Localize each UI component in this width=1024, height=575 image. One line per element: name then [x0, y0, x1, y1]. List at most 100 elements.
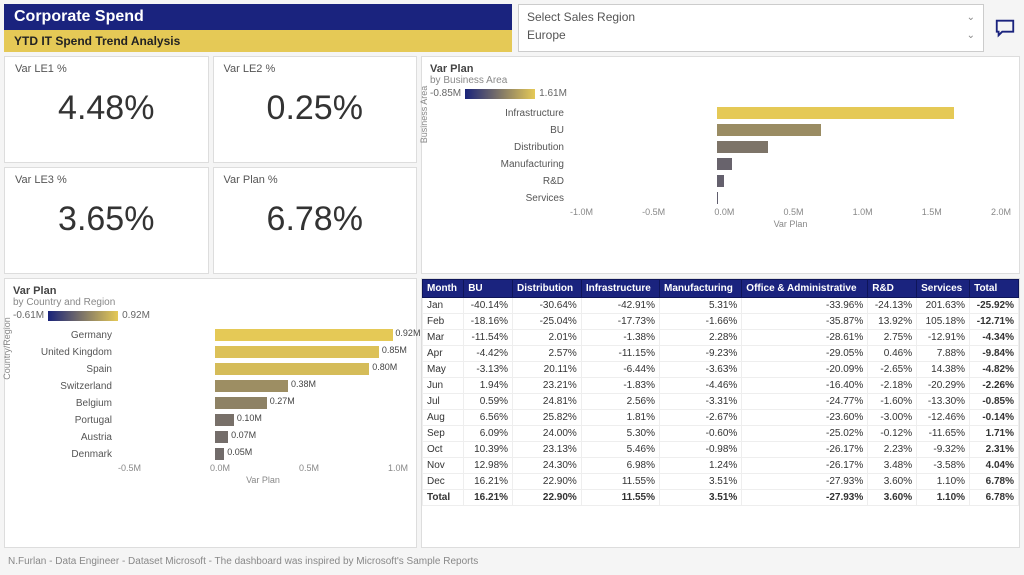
col-header[interactable]: BU	[464, 280, 513, 298]
bar	[215, 397, 267, 409]
cell: 23.13%	[513, 442, 582, 458]
bar-label: Austria	[23, 432, 118, 443]
cell: 5.31%	[660, 298, 742, 314]
cell: 1.10%	[917, 474, 970, 490]
chart-subtitle: by Country and Region	[13, 297, 408, 308]
chart-title: Var Plan	[13, 285, 408, 297]
col-header[interactable]: Manufacturing	[660, 280, 742, 298]
bar-label: Infrastructure	[440, 108, 570, 119]
chevron-down-icon: ⌄	[967, 12, 975, 23]
gradient-legend	[465, 89, 535, 99]
axis-tick: 1.5M	[922, 207, 942, 221]
bar	[215, 346, 379, 358]
cell: 7.88%	[917, 346, 970, 362]
kpi-var-le3[interactable]: Var LE3 % 3.65%	[4, 167, 209, 274]
kpi-label: Var LE2 %	[224, 63, 407, 75]
cell: 22.90%	[513, 490, 582, 506]
col-header[interactable]: Month	[423, 280, 464, 298]
col-header[interactable]: Infrastructure	[581, 280, 659, 298]
bar-label: Belgium	[23, 398, 118, 409]
cell: -11.65%	[917, 426, 970, 442]
cell: 201.63%	[917, 298, 970, 314]
cell: -42.91%	[581, 298, 659, 314]
axis-tick: -0.5M	[118, 463, 141, 477]
col-header[interactable]: Office & Administrative	[742, 280, 868, 298]
bar-label: Denmark	[23, 449, 118, 460]
cell: -2.18%	[868, 378, 917, 394]
cell: -26.17%	[742, 458, 868, 474]
bar	[215, 380, 288, 392]
col-header[interactable]: Distribution	[513, 280, 582, 298]
col-header[interactable]: R&D	[868, 280, 917, 298]
table-row: Nov12.98%24.30%6.98%1.24%-26.17%3.48%-3.…	[423, 458, 1019, 474]
bar-label: Switzerland	[23, 381, 118, 392]
col-header[interactable]: Total	[970, 280, 1019, 298]
bar-label: Services	[440, 193, 570, 204]
bar-row: Denmark 0.05M	[23, 446, 408, 462]
cell: 2.28%	[660, 330, 742, 346]
cell: Jan	[423, 298, 464, 314]
cell: 0.59%	[464, 394, 513, 410]
cell: -18.16%	[464, 314, 513, 330]
chevron-down-icon: ⌄	[967, 30, 975, 41]
cell: 6.09%	[464, 426, 513, 442]
bar-row: Austria 0.07M	[23, 429, 408, 445]
cell: 4.04%	[970, 458, 1019, 474]
cell: -13.30%	[917, 394, 970, 410]
comment-icon[interactable]	[990, 4, 1020, 52]
cell: -24.77%	[742, 394, 868, 410]
cell: 25.82%	[513, 410, 582, 426]
table-row: Jul0.59%24.81%2.56%-3.31%-24.77%-1.60%-1…	[423, 394, 1019, 410]
cell: -35.87%	[742, 314, 868, 330]
cell: -0.98%	[660, 442, 742, 458]
axis-tick: 0.0M	[714, 207, 734, 221]
bar-value: 0.80M	[372, 362, 397, 372]
cell: -24.13%	[868, 298, 917, 314]
bar-row: Germany 0.92M	[23, 327, 408, 343]
legend-min: -0.85M	[430, 88, 461, 99]
region-selector[interactable]: Select Sales Region ⌄ Europe ⌄	[518, 4, 984, 52]
cell: 5.30%	[581, 426, 659, 442]
bar	[717, 192, 718, 204]
cell: 14.38%	[917, 362, 970, 378]
col-header[interactable]: Services	[917, 280, 970, 298]
kpi-var-plan[interactable]: Var Plan % 6.78%	[213, 167, 418, 274]
table-row: Mar-11.54%2.01%-1.38%2.28%-28.61%2.75%-1…	[423, 330, 1019, 346]
bar-label: Distribution	[440, 142, 570, 153]
cell: 11.55%	[581, 474, 659, 490]
kpi-label: Var LE1 %	[15, 63, 198, 75]
axis-tick: 1.0M	[388, 463, 408, 477]
cell: -11.15%	[581, 346, 659, 362]
cell: -40.14%	[464, 298, 513, 314]
cell: 6.78%	[970, 490, 1019, 506]
bar-label: R&D	[440, 176, 570, 187]
footer-text: N.Furlan - Data Engineer - Dataset Micro…	[0, 552, 1024, 571]
cell: 3.48%	[868, 458, 917, 474]
cell: 2.23%	[868, 442, 917, 458]
bar-value: 0.38M	[291, 379, 316, 389]
monthly-variance-table[interactable]: MonthBUDistributionInfrastructureManufac…	[421, 278, 1020, 548]
cell: 2.57%	[513, 346, 582, 362]
cell: 22.90%	[513, 474, 582, 490]
cell: -4.42%	[464, 346, 513, 362]
cell: Feb	[423, 314, 464, 330]
table-row: Jan-40.14%-30.64%-42.91%5.31%-33.96%-24.…	[423, 298, 1019, 314]
bar-row: BU	[440, 122, 1011, 138]
cell: -3.00%	[868, 410, 917, 426]
chart-varplan-business-area[interactable]: Var Plan by Business Area -0.85M 1.61M B…	[421, 56, 1020, 274]
cell: 1.94%	[464, 378, 513, 394]
kpi-var-le1[interactable]: Var LE1 % 4.48%	[4, 56, 209, 163]
kpi-var-le2[interactable]: Var LE2 % 0.25%	[213, 56, 418, 163]
cell: -12.46%	[917, 410, 970, 426]
bar-row: Services	[440, 190, 1011, 206]
bar-value: 0.07M	[231, 430, 256, 440]
chart-varplan-country[interactable]: Var Plan by Country and Region -0.61M 0.…	[4, 278, 417, 548]
cell: 12.98%	[464, 458, 513, 474]
bar-row: Spain 0.80M	[23, 361, 408, 377]
cell: -2.67%	[660, 410, 742, 426]
cell: Mar	[423, 330, 464, 346]
kpi-label: Var LE3 %	[15, 174, 198, 186]
cell: -9.84%	[970, 346, 1019, 362]
bar-row: Portugal 0.10M	[23, 412, 408, 428]
cell: -17.73%	[581, 314, 659, 330]
